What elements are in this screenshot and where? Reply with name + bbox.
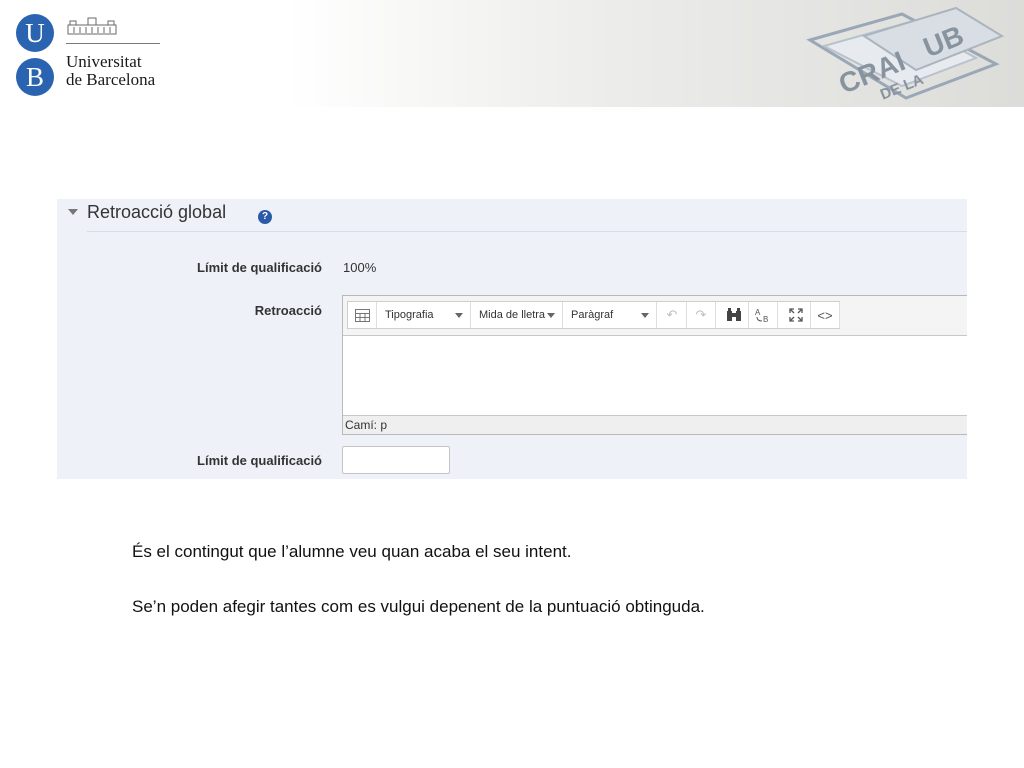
help-icon[interactable]: ? bbox=[258, 210, 272, 224]
chevron-down-icon bbox=[547, 313, 555, 318]
find-icon[interactable] bbox=[720, 302, 749, 328]
chevron-down-icon bbox=[641, 313, 649, 318]
font-size-select-label: Mida de lletra bbox=[479, 309, 546, 321]
redo-icon[interactable]: ↷ bbox=[687, 302, 716, 328]
caption-line-2: Se’n poden afegir tantes com es vulgui d… bbox=[132, 597, 705, 616]
section-title: Retroacció global bbox=[87, 202, 227, 222]
section-header[interactable]: Retroacció global ? bbox=[68, 199, 967, 232]
paragraph-select-label: Paràgraf bbox=[571, 309, 614, 321]
undo-icon[interactable]: ↶ bbox=[658, 302, 687, 328]
replace-icon[interactable]: AB bbox=[749, 302, 778, 328]
feedback-panel: Retroacció global ? Límit de qualificaci… bbox=[57, 199, 967, 479]
ub-building-icon bbox=[67, 17, 117, 35]
ub-logo-b: B bbox=[16, 58, 54, 96]
editor-path-bar: Camí: p bbox=[343, 415, 967, 434]
header-banner: U B Universitat de Barcelona CRAI DE LA bbox=[0, 0, 1024, 107]
typography-select-label: Tipografia bbox=[385, 309, 434, 321]
ub-logo-u: U bbox=[16, 14, 54, 52]
fullscreen-icon[interactable] bbox=[782, 302, 811, 328]
crai-logo: CRAI DE LA UB bbox=[806, 6, 1005, 104]
grade-boundary-label: Límit de qualificació bbox=[197, 260, 322, 275]
collapse-arrow-icon[interactable] bbox=[68, 209, 78, 215]
svg-text:A: A bbox=[755, 308, 761, 317]
grade-boundary-input[interactable] bbox=[342, 446, 450, 474]
ub-logo: U B Universitat de Barcelona bbox=[16, 14, 166, 100]
code-icon[interactable]: <> bbox=[811, 302, 840, 328]
ub-logo-rule bbox=[66, 43, 160, 44]
grade-boundary-value: 100% bbox=[343, 260, 377, 275]
font-size-select[interactable]: Mida de lletra bbox=[471, 302, 563, 328]
paragraph-select[interactable]: Paràgraf bbox=[563, 302, 657, 328]
typography-select[interactable]: Tipografia bbox=[377, 302, 471, 328]
svg-text:B: B bbox=[763, 315, 768, 323]
toolbar-group-main: Tipografia Mida de lletra Paràgraf ↶ ↷ A… bbox=[347, 301, 840, 329]
chevron-down-icon bbox=[455, 313, 463, 318]
feedback-editor[interactable]: Tipografia Mida de lletra Paràgraf ↶ ↷ A… bbox=[342, 295, 967, 435]
university-name-line1: Universitat bbox=[66, 52, 142, 71]
grade-boundary-label-2: Límit de qualificació bbox=[197, 453, 322, 468]
grid-icon[interactable] bbox=[348, 302, 377, 328]
university-name: Universitat de Barcelona bbox=[66, 53, 155, 89]
editor-toolbar: Tipografia Mida de lletra Paràgraf ↶ ↷ A… bbox=[343, 296, 967, 336]
feedback-label: Retroacció bbox=[254, 303, 322, 318]
university-name-line2: de Barcelona bbox=[66, 70, 156, 89]
caption-line-1: És el contingut que l’alumne veu quan ac… bbox=[132, 542, 572, 561]
